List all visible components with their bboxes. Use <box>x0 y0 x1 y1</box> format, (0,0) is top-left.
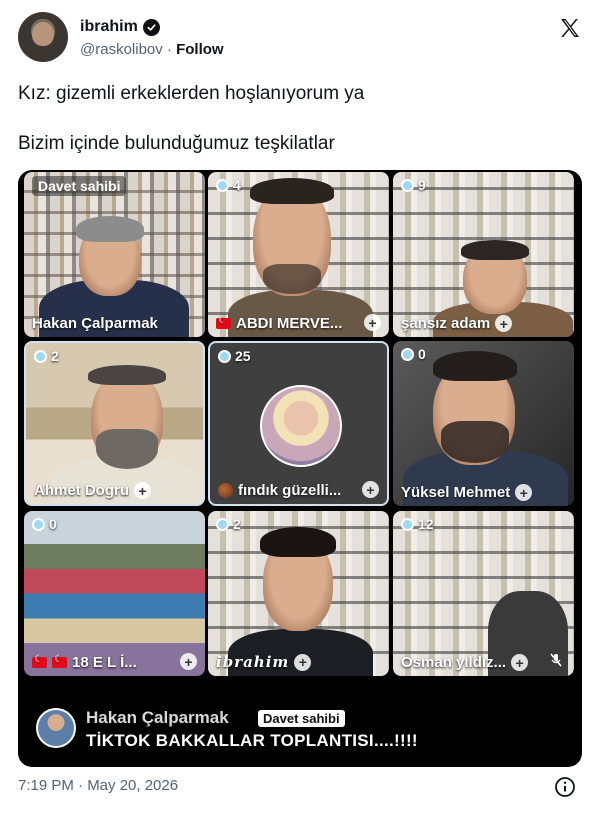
viewer-count: 25 <box>218 348 251 364</box>
host-label-badge: Davet sahibi <box>258 710 345 727</box>
live-participant-grid: Davet sahibi Hakan Çalparmak 4 ABDI MERV… <box>24 172 576 680</box>
tweet-timestamp[interactable]: 7:19 PM · May 20, 2026 <box>18 777 178 794</box>
author-avatar[interactable] <box>18 12 68 62</box>
add-participant-button[interactable]: + <box>134 482 151 499</box>
author-handle[interactable]: @raskolibov <box>80 41 163 58</box>
author-name-row: ibrahim <box>80 18 160 36</box>
tweet-footer: 7:19 PM · May 20, 2026 <box>18 777 582 799</box>
viewer-icon <box>401 347 414 361</box>
participant-tile[interactable]: 2 ibrahim + <box>208 511 389 676</box>
add-participant-button[interactable]: + <box>364 314 381 331</box>
follow-button[interactable]: Follow <box>176 41 224 58</box>
participant-tile[interactable]: 0 Yüksel Mehmet + <box>393 341 574 506</box>
mic-muted-icon <box>550 653 562 667</box>
participant-name: şansız adam + <box>401 315 513 332</box>
tweet-media[interactable]: Davet sahibi Hakan Çalparmak 4 ABDI MERV… <box>18 170 582 767</box>
info-icon[interactable] <box>554 776 576 798</box>
author-handle-row: @raskolibov · Follow <box>80 41 224 58</box>
viewer-count: 0 <box>32 516 57 532</box>
add-participant-button[interactable]: + <box>495 315 513 332</box>
participant-name: 18 E L İ... <box>32 654 137 671</box>
participant-name: fındık güzelli... <box>218 482 341 499</box>
add-participant-button[interactable]: + <box>515 484 533 501</box>
live-title: TİKTOK BAKKALLAR TOPLANTISI....!!!! <box>86 731 418 750</box>
x-logo-icon[interactable] <box>558 16 582 40</box>
participant-tile[interactable]: 0 18 E L İ... + <box>24 511 205 676</box>
viewer-icon <box>401 178 414 192</box>
participant-tile[interactable]: Davet sahibi Hakan Çalparmak <box>24 172 205 337</box>
viewer-icon <box>34 349 47 363</box>
participant-tile[interactable]: 9 şansız adam + <box>393 172 574 337</box>
participant-tile[interactable]: 2 Ahmet Dogru + <box>24 341 205 506</box>
add-participant-button[interactable]: + <box>180 653 197 670</box>
tweet-line-1: Kız: gizemli erkeklerden hoşlanıyorum ya <box>18 83 365 104</box>
participant-name: Hakan Çalparmak <box>32 315 158 332</box>
live-caption: Hakan Çalparmak Davet sahibi TİKTOK BAKK… <box>18 690 582 767</box>
participant-name: Osman yıldız... + <box>401 654 529 671</box>
tweet-header: ibrahim @raskolibov · Follow <box>18 12 582 66</box>
host-name: Hakan Çalparmak <box>86 708 229 727</box>
tweet-text: Kız: gizemli erkeklerden hoşlanıyorum ya… <box>18 82 578 182</box>
tweet-line-2: Bizim içinde bulunduğumuz teşkilatlar <box>18 133 335 154</box>
viewer-count: 2 <box>216 516 241 532</box>
turkey-flag-icon <box>32 654 47 668</box>
participant-tile[interactable]: 4 ABDI MERVE... + <box>208 172 389 337</box>
host-avatar <box>36 708 76 748</box>
viewer-icon <box>216 178 229 192</box>
participant-profile-photo <box>260 385 342 467</box>
participant-name: Ahmet Dogru + <box>34 482 151 499</box>
viewer-icon <box>401 517 414 531</box>
viewer-icon <box>216 517 229 531</box>
participant-name: Yüksel Mehmet + <box>401 484 533 501</box>
author-display-name[interactable]: ibrahim <box>80 18 138 36</box>
add-participant-button[interactable]: + <box>294 653 312 671</box>
add-participant-button[interactable]: + <box>362 481 379 498</box>
viewer-count: 12 <box>401 516 434 532</box>
participant-name: ABDI MERVE... <box>216 315 342 332</box>
participant-name: ibrahim + <box>216 653 312 671</box>
add-participant-button[interactable]: + <box>511 654 529 671</box>
participant-tile[interactable]: 12 Osman yıldız... + <box>393 511 574 676</box>
participant-tile[interactable]: 25 fındık güzelli... + <box>208 341 389 506</box>
viewer-icon <box>32 517 45 531</box>
turkey-flag-icon <box>216 315 231 329</box>
host-badge: Davet sahibi <box>32 176 127 196</box>
viewer-count: 0 <box>401 346 426 362</box>
viewer-count: 4 <box>216 177 241 193</box>
viewer-icon <box>218 349 231 363</box>
verified-badge-icon <box>142 18 160 36</box>
turkey-flag-icon <box>52 654 67 668</box>
viewer-count: 2 <box>34 348 59 364</box>
hazelnut-icon <box>218 483 233 498</box>
viewer-count: 9 <box>401 177 426 193</box>
